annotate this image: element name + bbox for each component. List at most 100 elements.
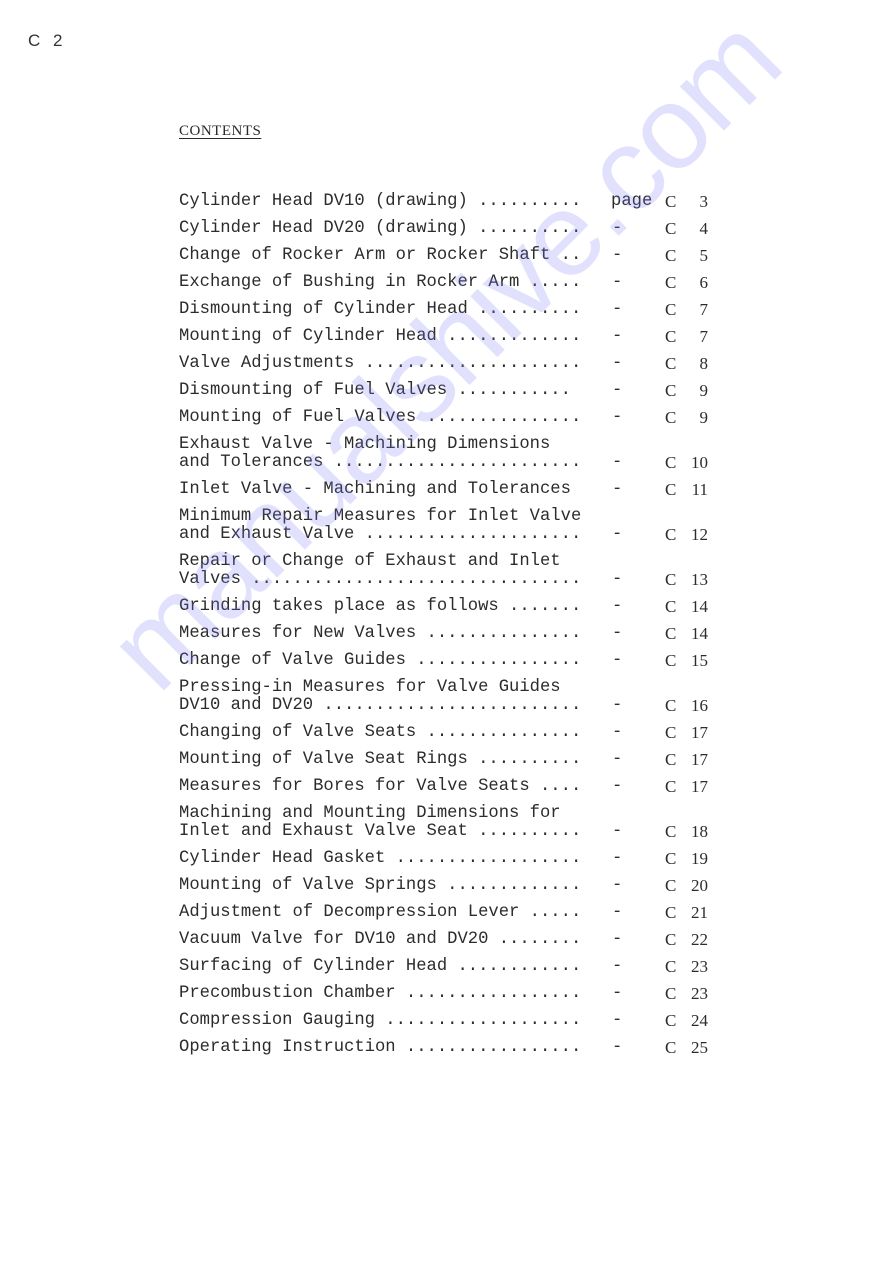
- toc-entry-title: Surfacing of Cylinder Head ............: [179, 957, 582, 976]
- toc-entry-separator: -: [612, 480, 623, 499]
- toc-entry-section-prefix: C: [665, 1011, 677, 1030]
- toc-entry-title: Mounting of Valve Springs .............: [179, 876, 582, 895]
- toc-entry-title: Measures for Bores for Valve Seats ....: [179, 777, 582, 796]
- toc-entry-line: Cylinder Head Gasket .................. -…: [179, 850, 719, 868]
- toc-entry-title: Adjustment of Decompression Lever .....: [179, 903, 582, 922]
- toc-entry-page-number: 9: [699, 408, 709, 427]
- toc-entry-title: Mounting of Fuel Valves ...............: [179, 408, 582, 427]
- toc-entry-page-number: 18: [691, 822, 708, 841]
- toc-entry-line: Change of Valve Guides ................ -…: [179, 652, 719, 670]
- toc-entry-title: Inlet and Exhaust Valve Seat ..........: [179, 822, 582, 841]
- toc-entry-line: Valves ................................ -…: [179, 571, 719, 589]
- toc-entry-section-prefix: C: [665, 381, 677, 400]
- toc-entry-section-prefix: C: [665, 903, 677, 922]
- toc-entry-page-number: 12: [691, 525, 708, 544]
- toc-entry: Mounting of Valve Seat Rings .......... -…: [179, 751, 719, 769]
- toc-entry-page-number: 10: [691, 453, 708, 472]
- toc-entry-line: Changing of Valve Seats ............... -…: [179, 724, 719, 742]
- toc-entry-page-number: 8: [699, 354, 709, 373]
- toc-entry-page-number: 19: [691, 849, 708, 868]
- toc-entry-line: Inlet and Exhaust Valve Seat .......... -…: [179, 823, 719, 841]
- toc-entry-line: Cylinder Head DV20 (drawing) .......... -…: [179, 220, 719, 238]
- toc-entry-separator: -: [612, 876, 623, 895]
- toc-entry-separator: -: [612, 777, 623, 796]
- toc-entry-title: Cylinder Head DV10 (drawing) ..........: [179, 192, 582, 211]
- toc-entry-title: and Exhaust Valve .....................: [179, 525, 582, 544]
- toc-entry-page-number: 25: [691, 1038, 708, 1057]
- toc-entry-separator: -: [612, 723, 623, 742]
- toc-entry-title: Exhaust Valve - Machining Dimensions: [179, 435, 551, 454]
- toc-entry: Cylinder Head Gasket .................. -…: [179, 850, 719, 868]
- toc-entry-page-number: 24: [691, 1011, 708, 1030]
- toc-entry-separator: -: [612, 354, 623, 373]
- toc-entry-separator: -: [612, 849, 623, 868]
- toc-entry-section-prefix: C: [665, 300, 677, 319]
- toc-entry-title: Changing of Valve Seats ...............: [179, 723, 582, 742]
- toc-entry-section-prefix: C: [665, 624, 677, 643]
- toc-entry-separator: -: [612, 903, 623, 922]
- toc-entry-page-number: 14: [691, 624, 708, 643]
- toc-entry-page-number: 16: [691, 696, 708, 715]
- toc-entry-title: Minimum Repair Measures for Inlet Valve: [179, 507, 582, 526]
- toc-entry-line: Adjustment of Decompression Lever ..... -…: [179, 904, 719, 922]
- toc-entry: Cylinder Head DV10 (drawing) .......... p…: [179, 193, 719, 211]
- toc-entry: Exchange of Bushing in Rocker Arm ..... -…: [179, 274, 719, 292]
- toc-entry-section-prefix: C: [665, 957, 677, 976]
- toc-entry-separator: -: [612, 957, 623, 976]
- toc-entry: Change of Valve Guides ................ -…: [179, 652, 719, 670]
- toc-entry-page-number: 3: [699, 192, 709, 211]
- toc-entry: Machining and Mounting Dimensions for Inl…: [179, 805, 719, 841]
- toc-entry-title: DV10 and DV20 .........................: [179, 696, 582, 715]
- toc-entry-title: Vacuum Valve for DV10 and DV20 ........: [179, 930, 582, 949]
- toc-entry-section-prefix: C: [665, 822, 677, 841]
- toc-entry-separator: -: [612, 246, 623, 265]
- toc-entry-title: Cylinder Head DV20 (drawing) ..........: [179, 219, 582, 238]
- toc-entry-line: and Exhaust Valve ..................... -…: [179, 526, 719, 544]
- toc-entry-title: Repair or Change of Exhaust and Inlet: [179, 552, 561, 571]
- toc-entry-title: Mounting of Valve Seat Rings ..........: [179, 750, 582, 769]
- toc-entry-separator: -: [612, 219, 623, 238]
- toc-entry-line: Inlet Valve - Machining and Tolerances - C…: [179, 481, 719, 499]
- toc-entry-page-number: 7: [699, 300, 709, 319]
- toc-entry: Change of Rocker Arm or Rocker Shaft .. -…: [179, 247, 719, 265]
- toc-entry-page-number: 7: [699, 327, 709, 346]
- toc-entry-separator: -: [612, 597, 623, 616]
- toc-entry-title: Precombustion Chamber .................: [179, 984, 582, 1003]
- toc-entry-separator: -: [612, 750, 623, 769]
- toc-entry-title: Machining and Mounting Dimensions for: [179, 804, 561, 823]
- toc-entry-line: Compression Gauging ................... -…: [179, 1012, 719, 1030]
- toc-entry-section-prefix: C: [665, 480, 677, 499]
- toc-entry: Measures for New Valves ............... -…: [179, 625, 719, 643]
- toc-entry-section-prefix: C: [665, 273, 677, 292]
- toc-entry-section-prefix: C: [665, 219, 677, 238]
- toc-entry-section-prefix: C: [665, 849, 677, 868]
- toc-entry-section-prefix: C: [665, 525, 677, 544]
- toc-entry-page-number: 14: [691, 597, 708, 616]
- toc-entry-title: Measures for New Valves ...............: [179, 624, 582, 643]
- toc-entry: Cylinder Head DV20 (drawing) .......... -…: [179, 220, 719, 238]
- toc-entry-section-prefix: C: [665, 246, 677, 265]
- toc-entry: Mounting of Valve Springs ............. -…: [179, 877, 719, 895]
- toc-entry: Minimum Repair Measures for Inlet Valve a…: [179, 508, 719, 544]
- toc-entry: Surfacing of Cylinder Head ............ -…: [179, 958, 719, 976]
- toc-entry-separator: page: [611, 192, 653, 211]
- toc-entry-title: Grinding takes place as follows .......: [179, 597, 582, 616]
- toc-entry-section-prefix: C: [665, 876, 677, 895]
- toc-entry-section-prefix: C: [665, 597, 677, 616]
- toc-entry: Changing of Valve Seats ............... -…: [179, 724, 719, 742]
- toc-entry-section-prefix: C: [665, 354, 677, 373]
- toc-entry-section-prefix: C: [665, 984, 677, 1003]
- toc-entry-line: Valve Adjustments ..................... -…: [179, 355, 719, 373]
- toc-entry-separator: -: [612, 984, 623, 1003]
- toc-entry: Mounting of Fuel Valves ............... -…: [179, 409, 719, 427]
- toc-entry-separator: -: [612, 624, 623, 643]
- toc-entry: Adjustment of Decompression Lever ..... -…: [179, 904, 719, 922]
- toc-entry-section-prefix: C: [665, 930, 677, 949]
- toc-entry-title: Compression Gauging ...................: [179, 1011, 582, 1030]
- toc-entry: Compression Gauging ................... -…: [179, 1012, 719, 1030]
- toc-entry-page-number: 23: [691, 984, 708, 1003]
- toc-entry-page-number: 20: [691, 876, 708, 895]
- toc-entry: Operating Instruction ................. -…: [179, 1039, 719, 1057]
- toc-entry-title: Valves ................................: [179, 570, 582, 589]
- toc-entry-title: Dismounting of Fuel Valves ...........: [179, 381, 571, 400]
